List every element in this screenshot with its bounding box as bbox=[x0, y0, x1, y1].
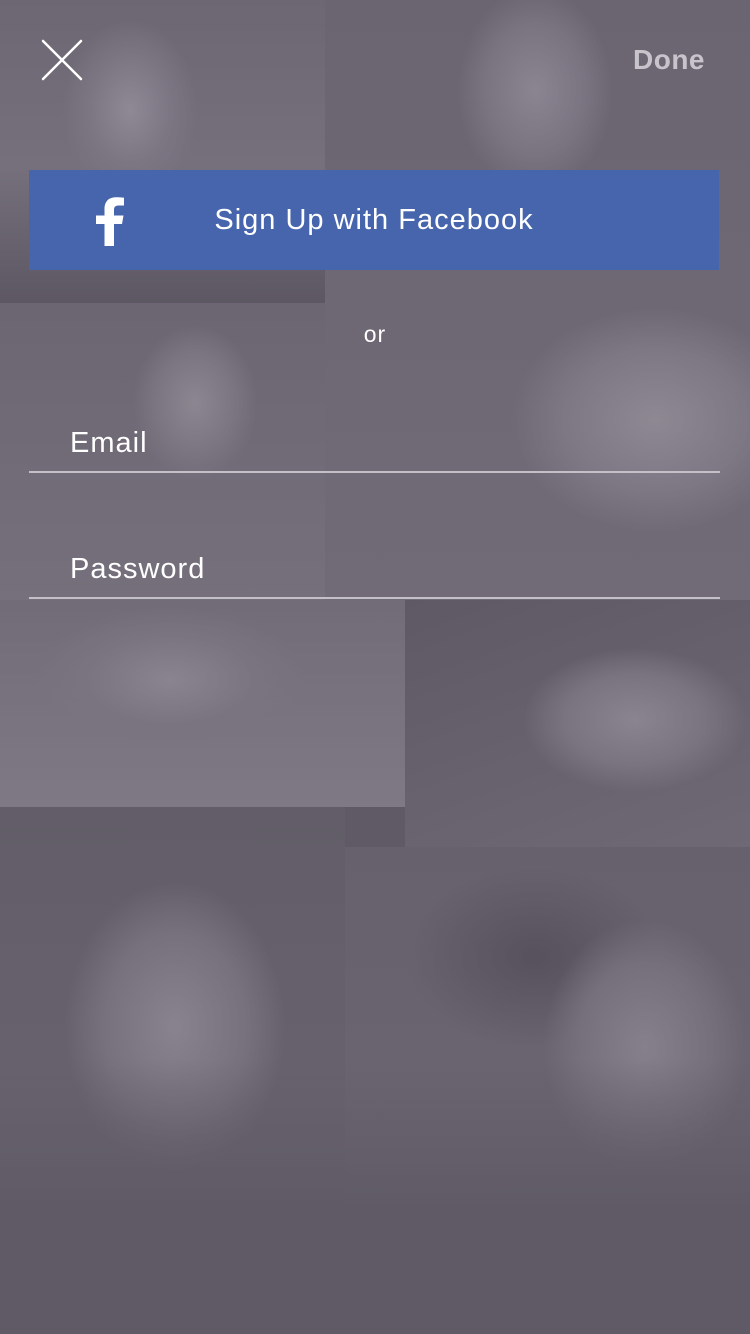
email-input[interactable] bbox=[29, 403, 720, 471]
facebook-signup-label: Sign Up with Facebook bbox=[214, 203, 534, 236]
background-fade bbox=[0, 1060, 750, 1334]
or-separator: or bbox=[363, 321, 387, 347]
email-field[interactable] bbox=[29, 403, 720, 473]
password-field[interactable] bbox=[29, 529, 720, 599]
close-icon bbox=[41, 39, 83, 81]
background-photo bbox=[325, 0, 750, 600]
background-photo bbox=[405, 600, 750, 847]
facebook-icon bbox=[91, 196, 127, 246]
background-photo bbox=[0, 600, 405, 807]
close-button[interactable] bbox=[40, 38, 84, 82]
password-input[interactable] bbox=[29, 529, 720, 597]
done-button[interactable]: Done bbox=[633, 44, 705, 76]
facebook-signup-button[interactable]: Sign Up with Facebook bbox=[29, 170, 719, 270]
